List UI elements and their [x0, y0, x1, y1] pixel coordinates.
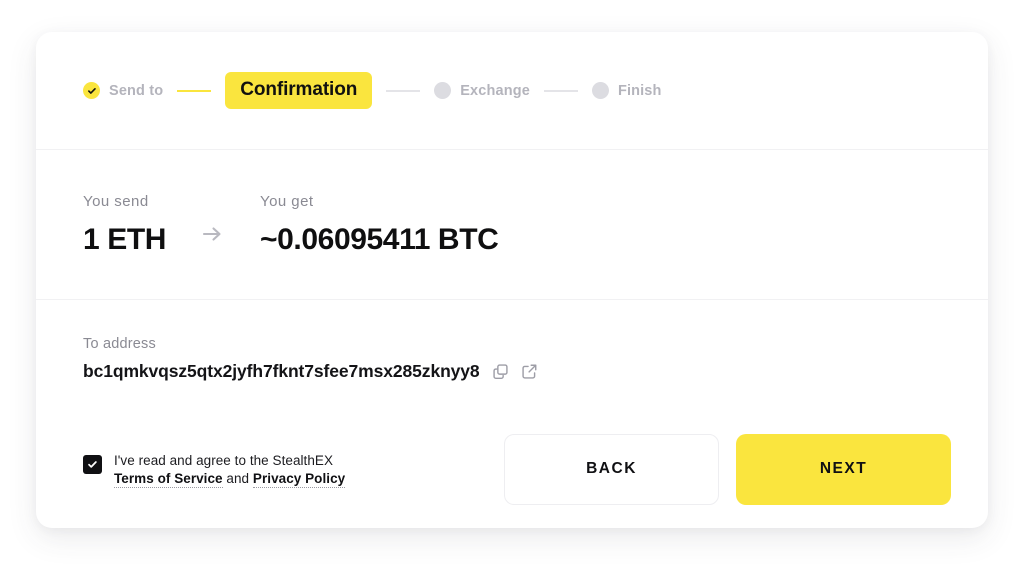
privacy-policy-link[interactable]: Privacy Policy [252, 471, 346, 488]
action-buttons: BACK NEXT [504, 433, 951, 505]
to-address-section: To address bc1qmkvqsz5qtx2jyfh7fknt7sfee… [36, 300, 988, 410]
you-get-value: ~0.06095411 BTC [260, 222, 499, 256]
arrow-right-icon [200, 222, 224, 246]
progress-stepper: Send to Confirmation Exchange Finish [36, 32, 988, 150]
amount-summary: You send 1 ETH You get ~0.06095411 BTC [36, 150, 988, 300]
step-label-finish: Finish [617, 82, 662, 99]
check-icon [83, 82, 100, 99]
step-finish[interactable]: Finish [591, 82, 662, 99]
to-address-value: bc1qmkvqsz5qtx2jyfh7fknt7sfee7msx285zkny… [83, 361, 480, 381]
next-button[interactable]: NEXT [736, 433, 951, 505]
step-dot-exchange [434, 82, 452, 99]
step-connector-1 [177, 89, 212, 92]
step-exchange[interactable]: Exchange [434, 82, 530, 99]
terms-text: I've read and agree to the StealthEX Ter… [114, 452, 346, 488]
card-footer: I've read and agree to the StealthEX Ter… [36, 410, 988, 528]
copy-icon[interactable] [492, 363, 509, 380]
terms-agreement[interactable]: I've read and agree to the StealthEX Ter… [83, 450, 504, 488]
you-get-caption: You get [260, 192, 314, 210]
step-confirmation[interactable]: Confirmation [225, 72, 373, 109]
step-connector-2 [386, 89, 421, 92]
to-address-row: bc1qmkvqsz5qtx2jyfh7fknt7sfee7msx285zkny… [83, 361, 988, 382]
you-send-block: You send 1 ETH [83, 193, 166, 257]
you-send-caption: You send [83, 192, 149, 210]
terms-lead-text: I've read and agree to the StealthEX [114, 453, 334, 468]
back-button[interactable]: BACK [504, 433, 719, 505]
terms-of-service-link[interactable]: Terms of Service [114, 471, 223, 488]
terms-conjunction: and [226, 471, 250, 486]
step-connector-3 [543, 89, 578, 92]
step-label-confirmation: Confirmation [225, 72, 373, 109]
terms-checkbox[interactable] [83, 455, 102, 474]
step-dot-finish [591, 82, 609, 99]
page-root: Send to Confirmation Exchange Finish You… [0, 0, 1024, 567]
you-send-value: 1 ETH [83, 222, 167, 256]
step-send-to[interactable]: Send to [83, 82, 163, 99]
step-label-exchange: Exchange [460, 82, 530, 99]
to-address-caption: To address [83, 336, 156, 352]
exchange-confirmation-card: Send to Confirmation Exchange Finish You… [36, 32, 988, 528]
you-get-block: You get ~0.06095411 BTC [260, 192, 499, 257]
step-label-send-to: Send to [109, 82, 164, 99]
external-link-icon[interactable] [521, 363, 538, 380]
